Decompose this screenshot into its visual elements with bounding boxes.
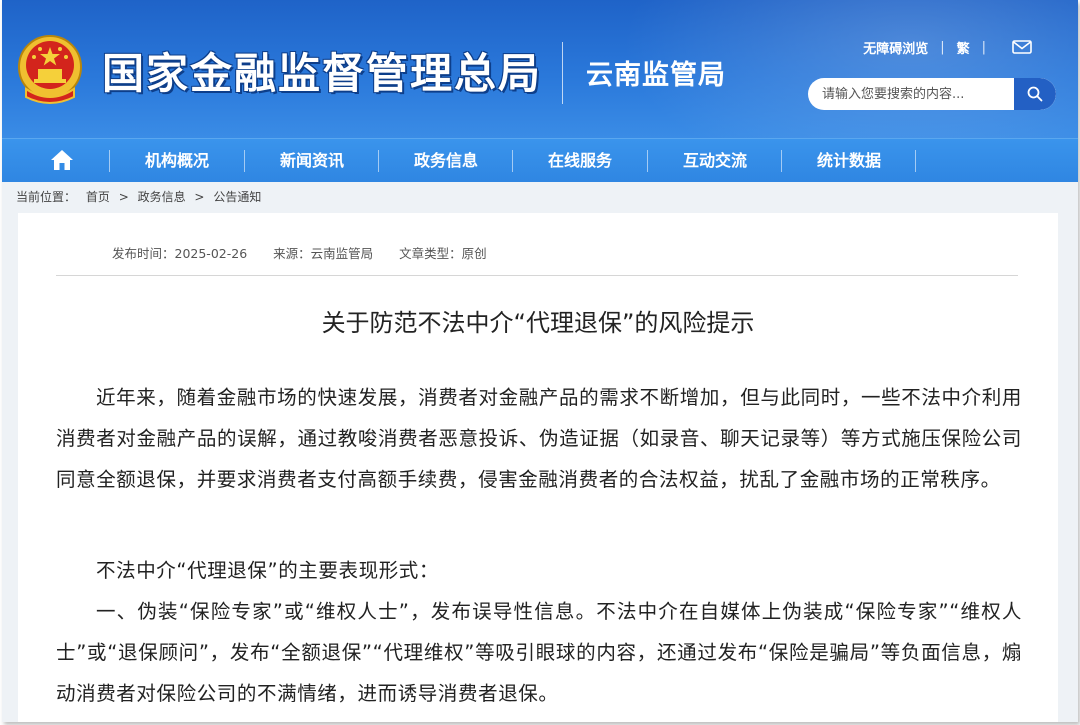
nav-separator [915,150,916,172]
mail-icon[interactable] [1012,40,1032,54]
branch-title[interactable]: 云南监管局 [586,53,726,92]
nav-item-government-info[interactable]: 政务信息 [379,139,513,182]
search-icon [1027,86,1043,102]
accessibility-link[interactable]: 无障碍浏览 [863,38,928,57]
header-divider [562,42,563,104]
article-meta: 发布时间：2025-02-26 来源：云南监管局 文章类型：原创 [112,243,487,262]
article-title: 关于防范不法中介“代理退保”的风险提示 [321,309,755,337]
site-header: 国家金融监督管理总局 云南监管局 无障碍浏览 | 繁 | [2,0,1078,138]
nav-item-org-overview[interactable]: 机构概况 [110,139,244,182]
article-panel: 发布时间：2025-02-26 来源：云南监管局 文章类型：原创 关于防范不法中介“… [18,213,1058,722]
breadcrumb-separator: > [194,190,205,204]
search-button[interactable] [1014,78,1056,110]
traditional-chinese-link[interactable]: 繁 [957,38,970,57]
top-links: 无障碍浏览 | 繁 | [863,36,1032,58]
nav-item-interaction[interactable]: 互动交流 [648,139,782,182]
link-separator: | [940,39,945,55]
breadcrumb-item-home[interactable]: 首页 [86,190,110,204]
breadcrumb: 当前位置： 首页 > 政务信息 > 公告通知 [16,188,261,205]
nav-item-news[interactable]: 新闻资讯 [245,139,379,182]
publish-time: 发布时间：2025-02-26 [112,246,248,261]
breadcrumb-separator: > [118,190,129,204]
national-emblem-icon [18,35,82,104]
link-separator: | [981,39,986,55]
nav-item-online-services[interactable]: 在线服务 [513,139,647,182]
nav-home[interactable] [32,139,92,182]
site-title[interactable]: 国家金融监督管理总局 [102,40,542,101]
article-source: 来源：云南监管局 [273,246,374,261]
browser-page: 国家金融监督管理总局 云南监管局 无障碍浏览 | 繁 | 请输入您要搜索的内容.… [2,0,1078,722]
article-paragraph: 不法中介“代理退保”的主要表现形式： [96,559,440,582]
nav-item-statistics[interactable]: 统计数据 [782,139,916,182]
article-paragraph: 一、伪装“保险专家”或“维权人士”，发布误导性信息。不法中介在自媒体上伪装成“保… [56,600,1022,705]
article-type: 文章类型：原创 [399,246,487,261]
breadcrumb-item-announcements[interactable]: 公告通知 [213,190,261,204]
breadcrumb-prefix: 当前位置： [16,190,77,204]
article-paragraph: 近年来，随着金融市场的快速发展，消费者对金融产品的需求不断增加，但与此同时，一些… [56,386,1022,491]
search-input[interactable] [808,78,1014,110]
home-icon [51,150,73,170]
breadcrumb-item-government-info[interactable]: 政务信息 [138,190,186,204]
search-box [808,78,1056,110]
meta-divider [56,275,1018,276]
main-nav: 机构概况 新闻资讯 政务信息 在线服务 互动交流 统计数据 [2,138,1078,182]
